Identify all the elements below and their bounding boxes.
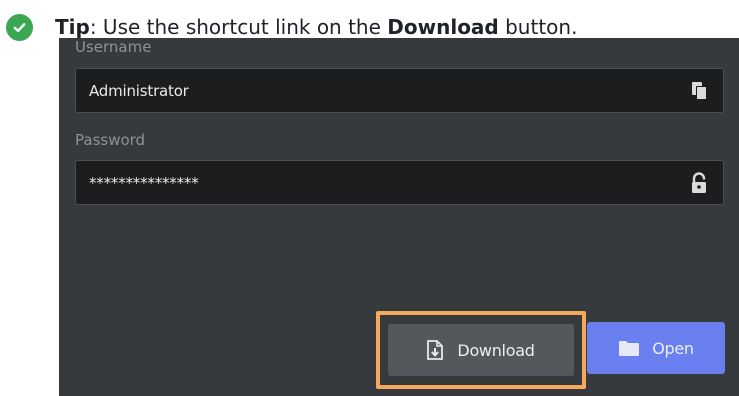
unlock-icon[interactable] xyxy=(687,161,711,204)
username-field[interactable]: Administrator xyxy=(75,68,724,113)
tip-emphasis: Download xyxy=(387,15,499,39)
folder-icon xyxy=(618,340,640,357)
password-label: Password xyxy=(75,131,146,149)
open-button-label: Open xyxy=(652,338,694,358)
open-button[interactable]: Open xyxy=(587,322,725,374)
check-circle-icon xyxy=(6,13,33,41)
download-file-icon xyxy=(427,340,444,360)
tip-text: : Use the shortcut link on the xyxy=(89,15,388,39)
copy-icon[interactable] xyxy=(687,69,711,112)
password-field[interactable]: *************** xyxy=(75,160,724,205)
download-button[interactable]: Download xyxy=(388,324,574,376)
username-value: Administrator xyxy=(89,81,189,100)
tip-label: Tip xyxy=(55,15,90,39)
username-label: Username xyxy=(75,38,152,56)
download-button-label: Download xyxy=(457,340,535,360)
password-value: *************** xyxy=(89,173,199,192)
tip-text-end: button. xyxy=(498,15,578,39)
